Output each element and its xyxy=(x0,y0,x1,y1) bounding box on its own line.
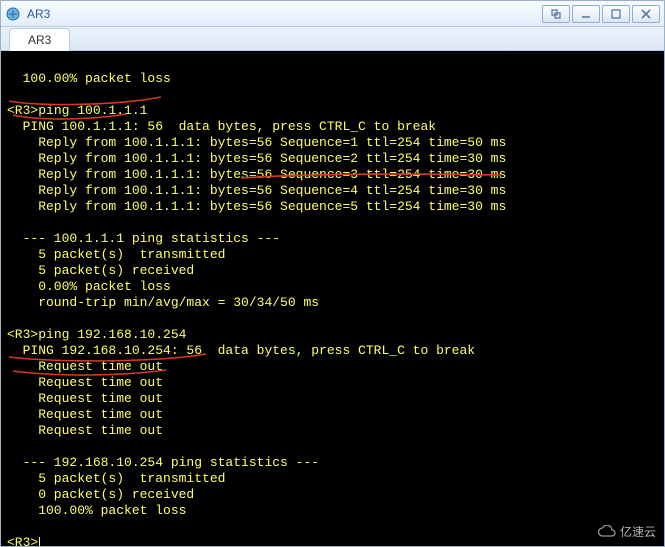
output-line: 0.00% packet loss xyxy=(7,279,171,294)
output-line: Request time out xyxy=(7,407,163,422)
title-bar: AR3 xyxy=(1,1,664,27)
output-line: PING 100.1.1.1: 56 data bytes, press CTR… xyxy=(7,119,436,134)
output-line: Reply from 100.1.1.1: bytes=56 Sequence=… xyxy=(7,183,506,198)
output-line: 0 packet(s) received xyxy=(7,487,194,502)
tab-ar3[interactable]: AR3 xyxy=(9,28,70,51)
maximize-button[interactable] xyxy=(602,5,630,23)
output-line: Request time out xyxy=(7,375,163,390)
app-icon xyxy=(5,6,21,22)
output-line: Request time out xyxy=(7,423,163,438)
output-line: Request time out xyxy=(7,391,163,406)
window-controls xyxy=(542,5,660,23)
prompt: <R3> xyxy=(7,103,38,118)
output-line: 100.00% packet loss xyxy=(7,503,186,518)
watermark-text: 亿速云 xyxy=(620,524,656,540)
tab-strip: AR3 xyxy=(1,27,664,51)
output-line: Reply from 100.1.1.1: bytes=56 Sequence=… xyxy=(7,199,506,214)
prompt: <R3> xyxy=(7,327,38,342)
window-title: AR3 xyxy=(27,7,542,21)
minimize-button[interactable] xyxy=(572,5,600,23)
output-line: Reply from 100.1.1.1: bytes=56 Sequence=… xyxy=(7,151,506,166)
output-line: Request time out xyxy=(7,359,163,374)
app-window: AR3 AR3 100.00% packet loss <R3>ping 100… xyxy=(0,0,665,547)
output-line: 100.00% packet loss xyxy=(7,71,171,86)
output-line: 5 packet(s) received xyxy=(7,263,194,278)
watermark: 亿速云 xyxy=(596,524,656,540)
output-line: 5 packet(s) transmitted xyxy=(7,247,225,262)
output-line: 5 packet(s) transmitted xyxy=(7,471,225,486)
detach-button[interactable] xyxy=(542,5,570,23)
output-line: --- 192.168.10.254 ping statistics --- xyxy=(7,455,319,470)
output-line: --- 100.1.1.1 ping statistics --- xyxy=(7,231,280,246)
cloud-icon xyxy=(596,525,616,539)
output-line: PING 192.168.10.254: 56 data bytes, pres… xyxy=(7,343,475,358)
terminal[interactable]: 100.00% packet loss <R3>ping 100.1.1.1 P… xyxy=(1,51,664,546)
output-line: Reply from 100.1.1.1: bytes=56 Sequence=… xyxy=(7,167,506,182)
output-line: round-trip min/avg/max = 30/34/50 ms xyxy=(7,295,319,310)
command-text: ping 192.168.10.254 xyxy=(38,327,186,342)
prompt: <R3> xyxy=(7,535,38,546)
output-line: Reply from 100.1.1.1: bytes=56 Sequence=… xyxy=(7,135,506,150)
cursor xyxy=(39,537,40,546)
close-button[interactable] xyxy=(632,5,660,23)
command-text: ping 100.1.1.1 xyxy=(38,103,147,118)
